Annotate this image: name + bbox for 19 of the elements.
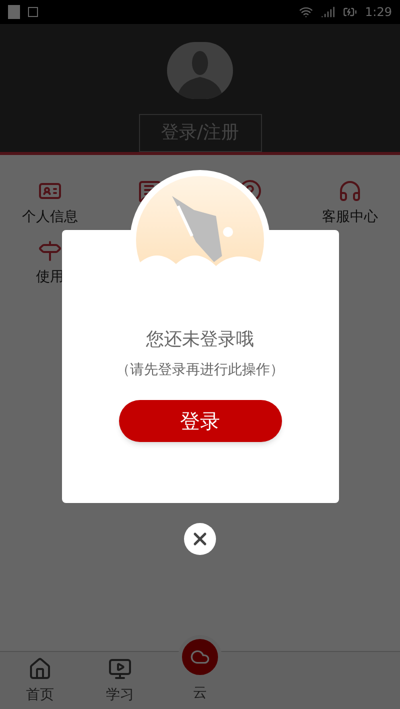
signal-icon — [321, 5, 336, 19]
tab-label[interactable]: 首页 — [26, 684, 54, 704]
signpost-icon[interactable] — [38, 239, 62, 263]
notification-icon — [8, 5, 20, 19]
dialog-message: （请先登录再进行此操作） — [116, 361, 284, 380]
battery-icon — [343, 5, 358, 19]
headset-icon[interactable] — [338, 179, 362, 203]
menu-item[interactable]: 客服中心 — [322, 207, 378, 227]
video-icon — [108, 656, 132, 680]
status-time: 1:29 — [365, 4, 392, 20]
tab-label[interactable]: 云 — [193, 683, 207, 703]
home-icon — [28, 656, 52, 680]
tab-label[interactable]: 学习 — [106, 684, 134, 704]
menu-item[interactable]: 个人信息 — [22, 207, 78, 227]
login-button[interactable]: 登录 — [118, 400, 282, 442]
wifi-icon — [299, 5, 314, 19]
close-button[interactable] — [184, 523, 216, 555]
dialog-title: 您还未登录哦 — [146, 328, 254, 352]
notification-icon — [28, 7, 38, 17]
